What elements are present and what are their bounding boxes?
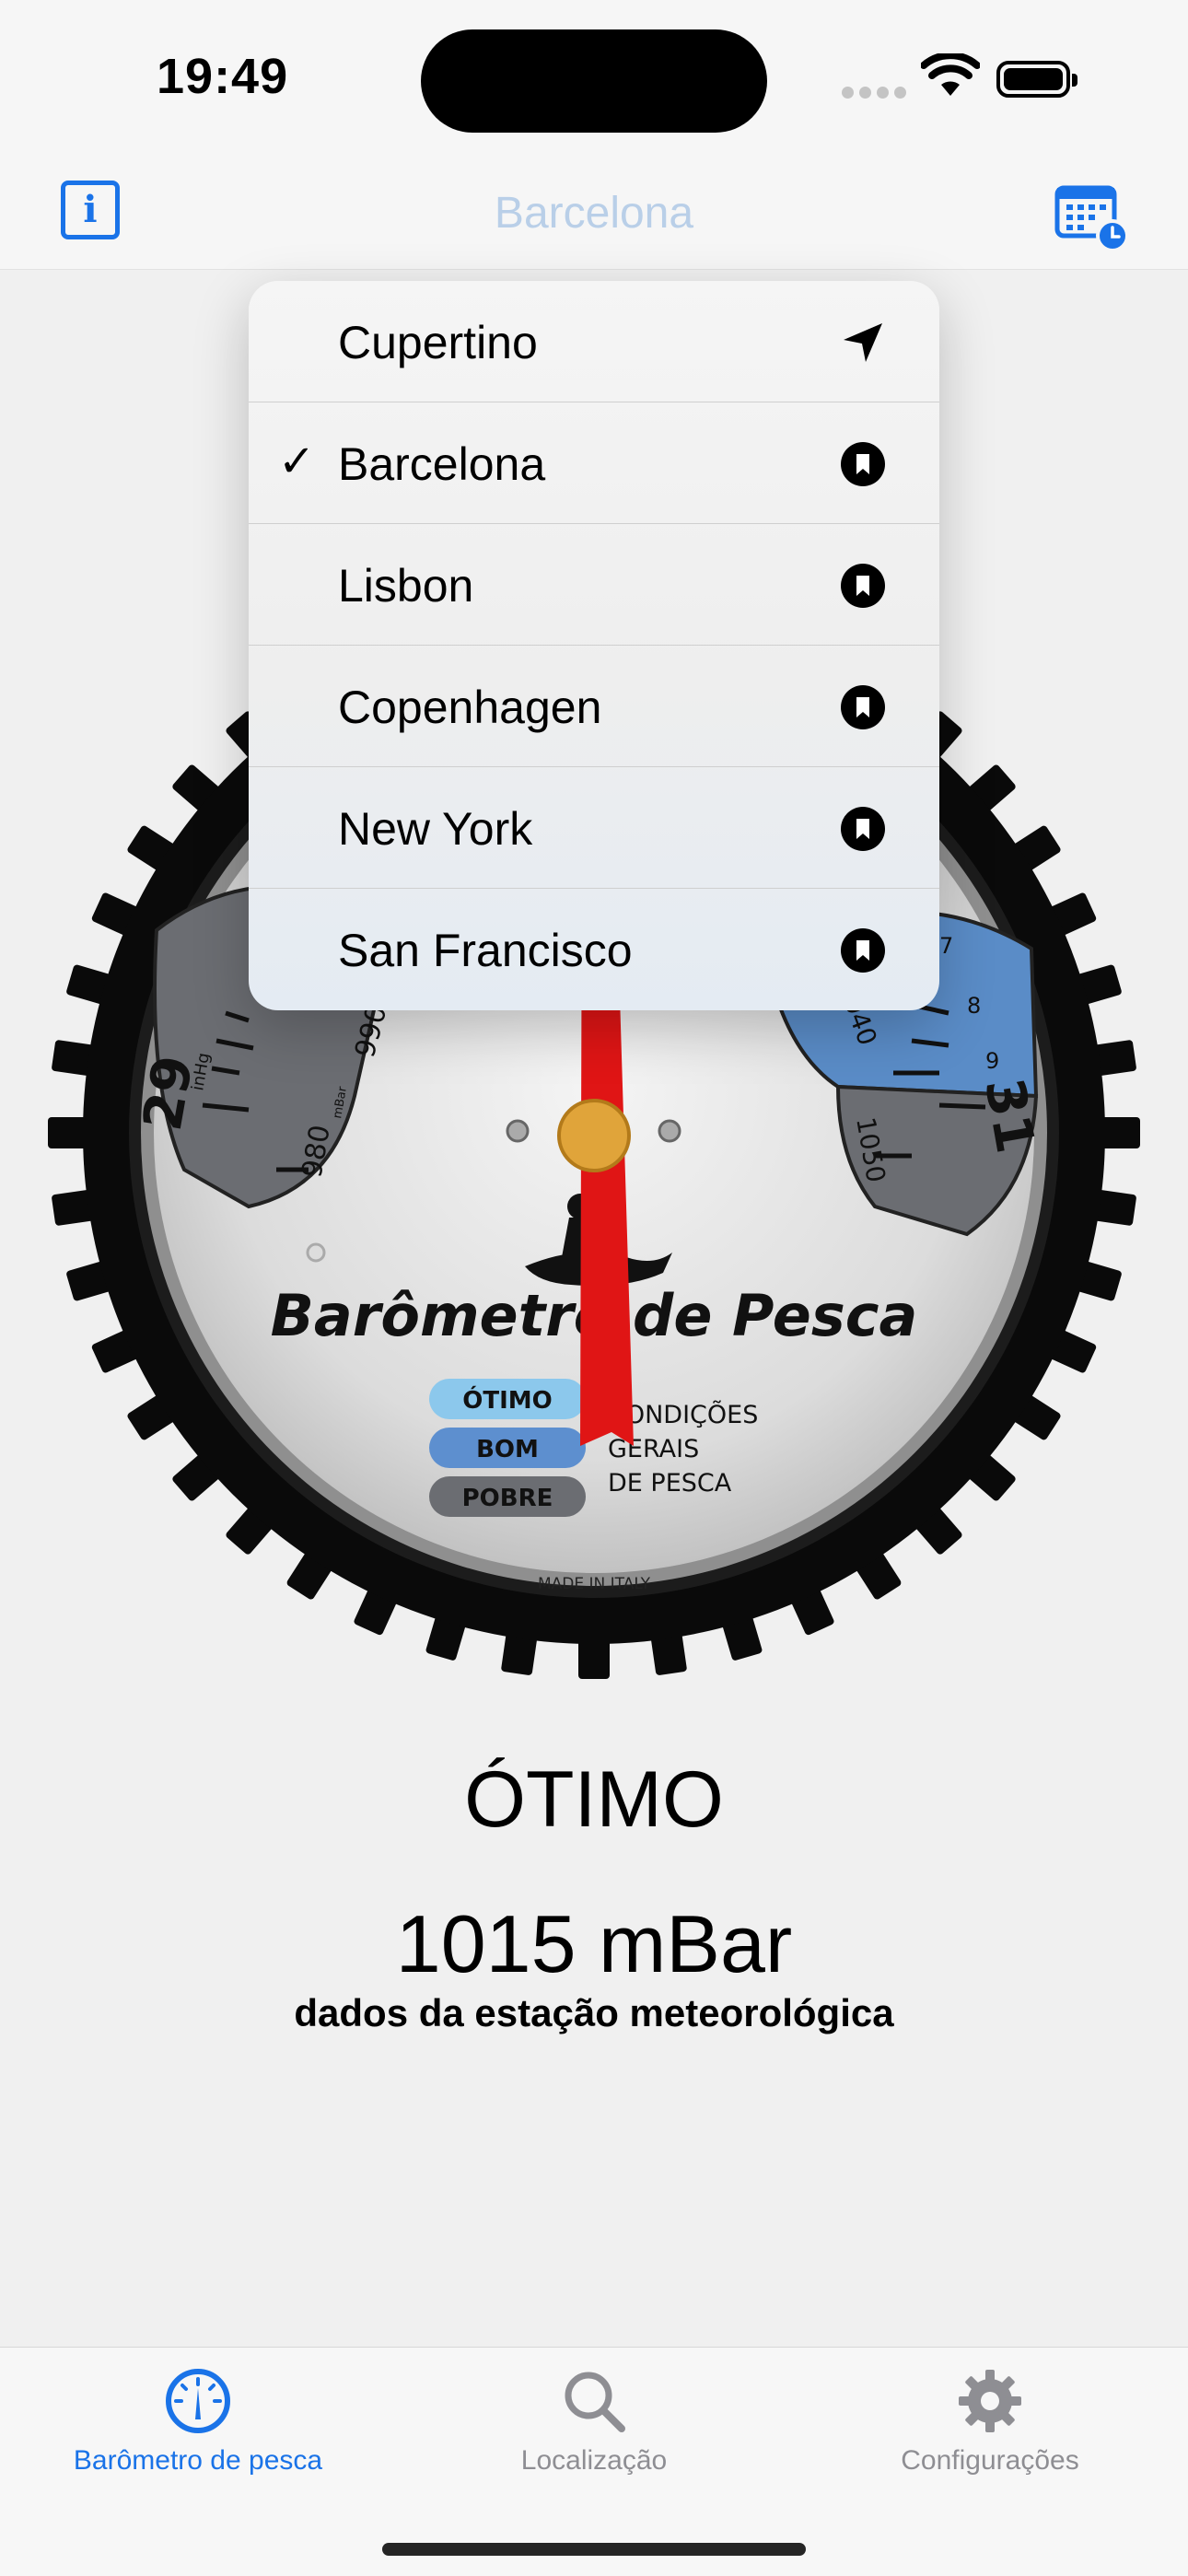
fishing-status: ÓTIMO	[464, 1755, 724, 1844]
menu-item-label: Lisbon	[338, 560, 474, 612]
battery-icon	[996, 61, 1077, 98]
legend-pobre: POBRE	[462, 1485, 553, 1512]
location-menu: Cupertino ✓ Barcelona Lisbon Copenhagen …	[249, 281, 939, 1010]
navigation-bar: i Barcelona	[0, 138, 1188, 270]
checkmark-icon: ✓	[278, 436, 316, 487]
calendar-clock-icon[interactable]	[1054, 181, 1131, 254]
scale-9: 9	[985, 1048, 999, 1074]
menu-item-label: New York	[338, 803, 533, 855]
menu-item-label: Cupertino	[338, 317, 538, 368]
bookmark-icon	[841, 807, 885, 851]
bookmark-icon	[841, 564, 885, 608]
tab-fishing-barometer[interactable]: Barômetro de pesca	[0, 2348, 396, 2513]
tab-label: Localização	[520, 2445, 668, 2476]
menu-item-san-francisco[interactable]: San Francisco	[249, 889, 939, 1010]
tab-bar: Barômetro de pesca Localização Configura…	[0, 2347, 1188, 2576]
legend-caption-3: DE PESCA	[608, 1469, 732, 1498]
scale-7: 7	[939, 933, 953, 959]
menu-item-new-york[interactable]: New York	[249, 767, 939, 889]
wifi-icon	[921, 53, 980, 96]
nav-title[interactable]: Barcelona	[0, 188, 1188, 239]
status-time: 19:49	[157, 49, 289, 104]
pressure-value: 1015 mBar	[395, 1898, 793, 1989]
gauge-icon	[166, 2369, 230, 2433]
menu-item-label: Copenhagen	[338, 682, 602, 733]
cellular-signal-icon	[842, 87, 912, 103]
legend-otimo: ÓTIMO	[462, 1385, 553, 1415]
made-in-label: MADE IN ITALY	[538, 1575, 651, 1593]
gauge-hub	[557, 1099, 631, 1172]
legend-bom: BOM	[476, 1436, 539, 1463]
dynamic-island	[421, 29, 767, 133]
menu-item-barcelona[interactable]: ✓ Barcelona	[249, 402, 939, 524]
scale-8: 8	[967, 993, 981, 1019]
search-icon	[565, 2372, 625, 2432]
tab-location[interactable]: Localização	[396, 2348, 792, 2513]
tab-label: Barômetro de pesca	[73, 2445, 323, 2476]
data-source: dados da estação meteorológica	[294, 1991, 894, 2034]
bookmark-icon	[841, 685, 885, 729]
status-bar: 19:49	[0, 0, 1188, 138]
bookmark-icon	[841, 442, 885, 486]
scale-31: 31	[973, 1074, 1047, 1158]
menu-item-label: San Francisco	[338, 925, 633, 976]
menu-item-lisbon[interactable]: Lisbon	[249, 524, 939, 646]
tab-label: Configurações	[901, 2445, 1079, 2476]
menu-item-label: Barcelona	[338, 438, 546, 490]
home-indicator	[382, 2543, 806, 2556]
legend-caption-2: GERAIS	[608, 1435, 699, 1463]
menu-item-copenhagen[interactable]: Copenhagen	[249, 646, 939, 767]
bookmark-icon	[841, 928, 885, 973]
tab-settings[interactable]: Configurações	[792, 2348, 1188, 2513]
menu-item-cupertino[interactable]: Cupertino	[249, 281, 939, 402]
gear-icon	[959, 2370, 1021, 2432]
location-arrow-icon	[844, 323, 882, 362]
